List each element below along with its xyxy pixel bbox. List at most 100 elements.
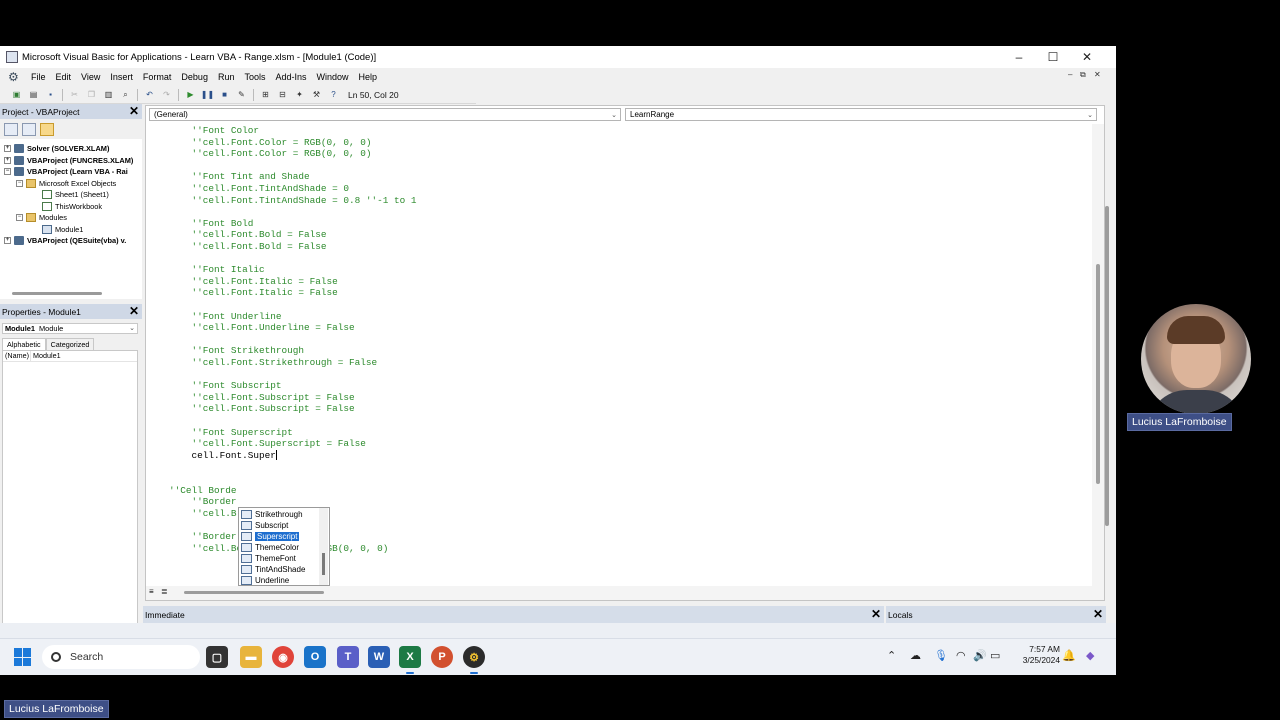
help-icon[interactable]: ?	[327, 88, 340, 101]
properties-window-icon[interactable]: ⊟	[276, 88, 289, 101]
chrome-icon[interactable]: ◉	[272, 646, 294, 668]
notification-icon[interactable]: 🔔	[1062, 649, 1076, 662]
redo-icon[interactable]: ↷	[160, 88, 173, 101]
menu-add-ins[interactable]: Add-Ins	[270, 72, 311, 82]
code-horizontal-scrollbar[interactable]: ≡ ≣	[146, 586, 1104, 600]
maximize-button[interactable]: ☐	[1036, 46, 1070, 68]
toggle-folders-icon[interactable]	[40, 122, 54, 136]
mdi-minimize-button[interactable]: –	[1068, 70, 1072, 79]
teams-icon[interactable]: T	[337, 646, 359, 668]
battery-icon[interactable]: ▭	[990, 649, 1000, 662]
tab-categorized[interactable]: Categorized	[45, 338, 95, 350]
object-combo[interactable]: (General) ⌄	[149, 108, 621, 121]
onedrive-icon[interactable]: ☁	[910, 649, 921, 662]
find-icon[interactable]: ⌕	[119, 88, 132, 101]
menu-help[interactable]: Help	[354, 72, 383, 82]
window-scrollbar[interactable]	[1104, 206, 1111, 536]
tree-item-modules[interactable]: − Modules	[16, 212, 67, 223]
undo-icon[interactable]: ↶	[143, 88, 156, 101]
tree-item-thisworkbook[interactable]: ThisWorkbook	[42, 201, 102, 212]
minimize-button[interactable]: –	[1002, 46, 1036, 68]
intellisense-item[interactable]: ThemeFont	[239, 553, 319, 564]
project-explorer-icon[interactable]: ⊞	[259, 88, 272, 101]
tray-overflow-icon[interactable]: ⌃	[887, 649, 896, 662]
menu-tools[interactable]: Tools	[239, 72, 270, 82]
project-icon	[14, 167, 24, 176]
file-explorer-icon[interactable]: ▬	[240, 646, 262, 668]
tree-item-sheet1[interactable]: Sheet1 (Sheet1)	[42, 189, 109, 200]
volume-icon[interactable]: 🔊	[973, 649, 987, 662]
menu-run[interactable]: Run	[213, 72, 240, 82]
toolbox-icon[interactable]: ⚒	[310, 88, 323, 101]
project-explorer-close-icon[interactable]: ✕	[128, 105, 140, 117]
outlook-icon[interactable]: O	[304, 646, 326, 668]
paste-icon[interactable]: ▥	[102, 88, 115, 101]
intellisense-item[interactable]: ThemeColor	[239, 542, 319, 553]
word-icon[interactable]: W	[368, 646, 390, 668]
expand-icon[interactable]: +	[4, 157, 11, 164]
design-mode-icon[interactable]: ✎	[235, 88, 248, 101]
intellisense-item[interactable]: Strikethrough	[239, 509, 319, 520]
procedure-combo[interactable]: LearnRange ⌄	[625, 108, 1097, 121]
intellisense-item[interactable]: Subscript	[239, 520, 319, 531]
system-clock[interactable]: 7:57 AM 3/25/2024	[1012, 644, 1060, 666]
intellisense-item[interactable]: Superscript	[239, 531, 319, 542]
tree-item-solver[interactable]: + Solver (SOLVER.XLAM)	[4, 143, 109, 154]
object-browser-icon[interactable]: ✦	[293, 88, 306, 101]
view-excel-icon[interactable]: ▣	[10, 88, 23, 101]
windows-start-icon[interactable]	[14, 648, 32, 666]
tree-item-excel-objects[interactable]: − Microsoft Excel Objects	[16, 178, 116, 189]
task-view-icon[interactable]: ▢	[206, 646, 228, 668]
reset-icon[interactable]: ■	[218, 88, 231, 101]
expand-icon[interactable]: +	[4, 237, 11, 244]
menu-edit[interactable]: Edit	[51, 72, 77, 82]
intellisense-list[interactable]: Strikethrough Subscript Superscript ThemeCo…	[238, 507, 330, 586]
menu-view[interactable]: View	[76, 72, 105, 82]
full-module-view-icon[interactable]: ≣	[161, 587, 168, 596]
collapse-icon[interactable]: −	[16, 180, 23, 187]
vba-editor-icon[interactable]: ⚙	[463, 646, 485, 668]
view-object-icon[interactable]	[22, 122, 36, 136]
property-row-name[interactable]: (Name) Module1	[3, 351, 137, 362]
project-tree-scrollbar[interactable]	[12, 292, 102, 295]
powerpoint-icon[interactable]: P	[431, 646, 453, 668]
copilot-icon[interactable]: ◆	[1086, 649, 1094, 662]
mdi-close-button[interactable]: ✕	[1094, 70, 1101, 79]
close-button[interactable]: ✕	[1070, 46, 1104, 68]
intellisense-scrollbar[interactable]	[319, 508, 328, 585]
tab-alphabetic[interactable]: Alphabetic	[2, 338, 46, 350]
tree-item-qesuite[interactable]: + VBAProject (QESuite(vba) v.	[4, 235, 126, 246]
standard-toolbar: ▣ ▤ ▪ ✂ ❐ ▥ ⌕ ↶ ↷ ▶ ❚❚ ■ ✎ ⊞ ⊟ ✦ ⚒ ? Ln …	[0, 86, 476, 104]
tree-item-learn-vba[interactable]: − VBAProject (Learn VBA - Rai	[4, 166, 128, 177]
tree-item-funcres[interactable]: + VBAProject (FUNCRES.XLAM)	[4, 155, 133, 166]
menu-window[interactable]: Window	[312, 72, 354, 82]
wifi-icon[interactable]: ◠	[956, 649, 966, 662]
properties-close-icon[interactable]: ✕	[128, 305, 140, 317]
menu-insert[interactable]: Insert	[105, 72, 138, 82]
properties-object-select[interactable]: Module1 Module ⌄	[2, 323, 138, 334]
taskbar-search[interactable]: Search	[42, 645, 200, 669]
collapse-icon[interactable]: −	[4, 168, 11, 175]
immediate-close-icon[interactable]: ✕	[870, 608, 882, 620]
locals-close-icon[interactable]: ✕	[1092, 608, 1104, 620]
tree-item-module1[interactable]: Module1	[42, 224, 83, 235]
intellisense-item[interactable]: TintAndShade	[239, 564, 319, 575]
break-icon[interactable]: ❚❚	[201, 88, 214, 101]
microphone-icon[interactable]: 🎙	[934, 649, 948, 662]
copy-icon[interactable]: ❐	[85, 88, 98, 101]
menu-file[interactable]: File	[26, 72, 51, 82]
procedure-view-icon[interactable]: ≡	[149, 587, 154, 596]
intellisense-item[interactable]: Underline	[239, 575, 319, 586]
expand-icon[interactable]: +	[4, 145, 11, 152]
mdi-restore-button[interactable]: ⧉	[1080, 70, 1086, 80]
menu-debug[interactable]: Debug	[176, 72, 213, 82]
menu-format[interactable]: Format	[138, 72, 177, 82]
view-code-icon[interactable]	[4, 122, 18, 136]
code-vertical-scrollbar[interactable]	[1092, 124, 1104, 586]
save-icon[interactable]: ▪	[44, 88, 57, 101]
run-icon[interactable]: ▶	[184, 88, 197, 101]
cut-icon[interactable]: ✂	[68, 88, 81, 101]
insert-module-icon[interactable]: ▤	[27, 88, 40, 101]
collapse-icon[interactable]: −	[16, 214, 23, 221]
excel-icon[interactable]: X	[399, 646, 421, 668]
